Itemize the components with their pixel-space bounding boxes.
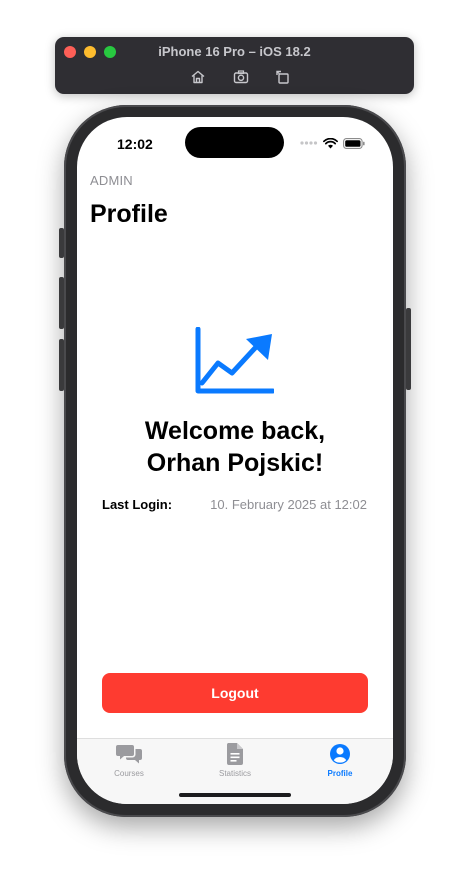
chart-line-uptrend-icon: [195, 327, 274, 394]
tab-profile[interactable]: Profile: [300, 743, 380, 778]
welcome-line-2: Orhan Pojskic!: [146, 449, 324, 477]
home-icon[interactable]: [189, 68, 207, 86]
tab-courses-label: Courses: [114, 769, 144, 778]
action-button: [59, 228, 64, 258]
phone-screen: 12:02 ADMIN Profile Welcome back, Orhan …: [77, 117, 393, 804]
tab-statistics[interactable]: Statistics: [195, 743, 275, 778]
tab-profile-label: Profile: [327, 769, 353, 778]
home-indicator: [179, 793, 291, 797]
tab-courses[interactable]: Courses: [89, 743, 169, 778]
document-icon: [226, 743, 243, 765]
simulator-title: iPhone 16 Pro – iOS 18.2: [158, 44, 311, 59]
power-button: [406, 308, 411, 390]
last-login-label: Last Login:: [102, 497, 173, 512]
logout-button[interactable]: Logout: [102, 673, 368, 713]
screenshot-icon[interactable]: [232, 68, 250, 86]
page-title: Profile: [90, 200, 168, 228]
dynamic-island: [185, 127, 284, 158]
status-time: 12:02: [117, 136, 153, 152]
role-label: ADMIN: [90, 173, 133, 188]
simulator-window-bar: iPhone 16 Pro – iOS 18.2: [55, 37, 414, 94]
last-login-value: 10. February 2025 at 12:02: [210, 497, 367, 512]
wifi-icon: [323, 137, 338, 148]
signal-dots-icon: [300, 141, 318, 145]
person-circle-icon: [330, 744, 350, 764]
rotate-icon[interactable]: [274, 68, 292, 86]
volume-down-button: [59, 339, 64, 391]
tab-statistics-label: Statistics: [218, 769, 251, 778]
battery-icon: [343, 137, 365, 149]
volume-up-button: [59, 277, 64, 329]
welcome-message: Welcome back, Orhan Pojskic!: [77, 415, 393, 479]
welcome-line-1: Welcome back,: [144, 417, 326, 445]
status-icons: [300, 137, 365, 149]
chat-bubbles-icon: [116, 745, 142, 764]
